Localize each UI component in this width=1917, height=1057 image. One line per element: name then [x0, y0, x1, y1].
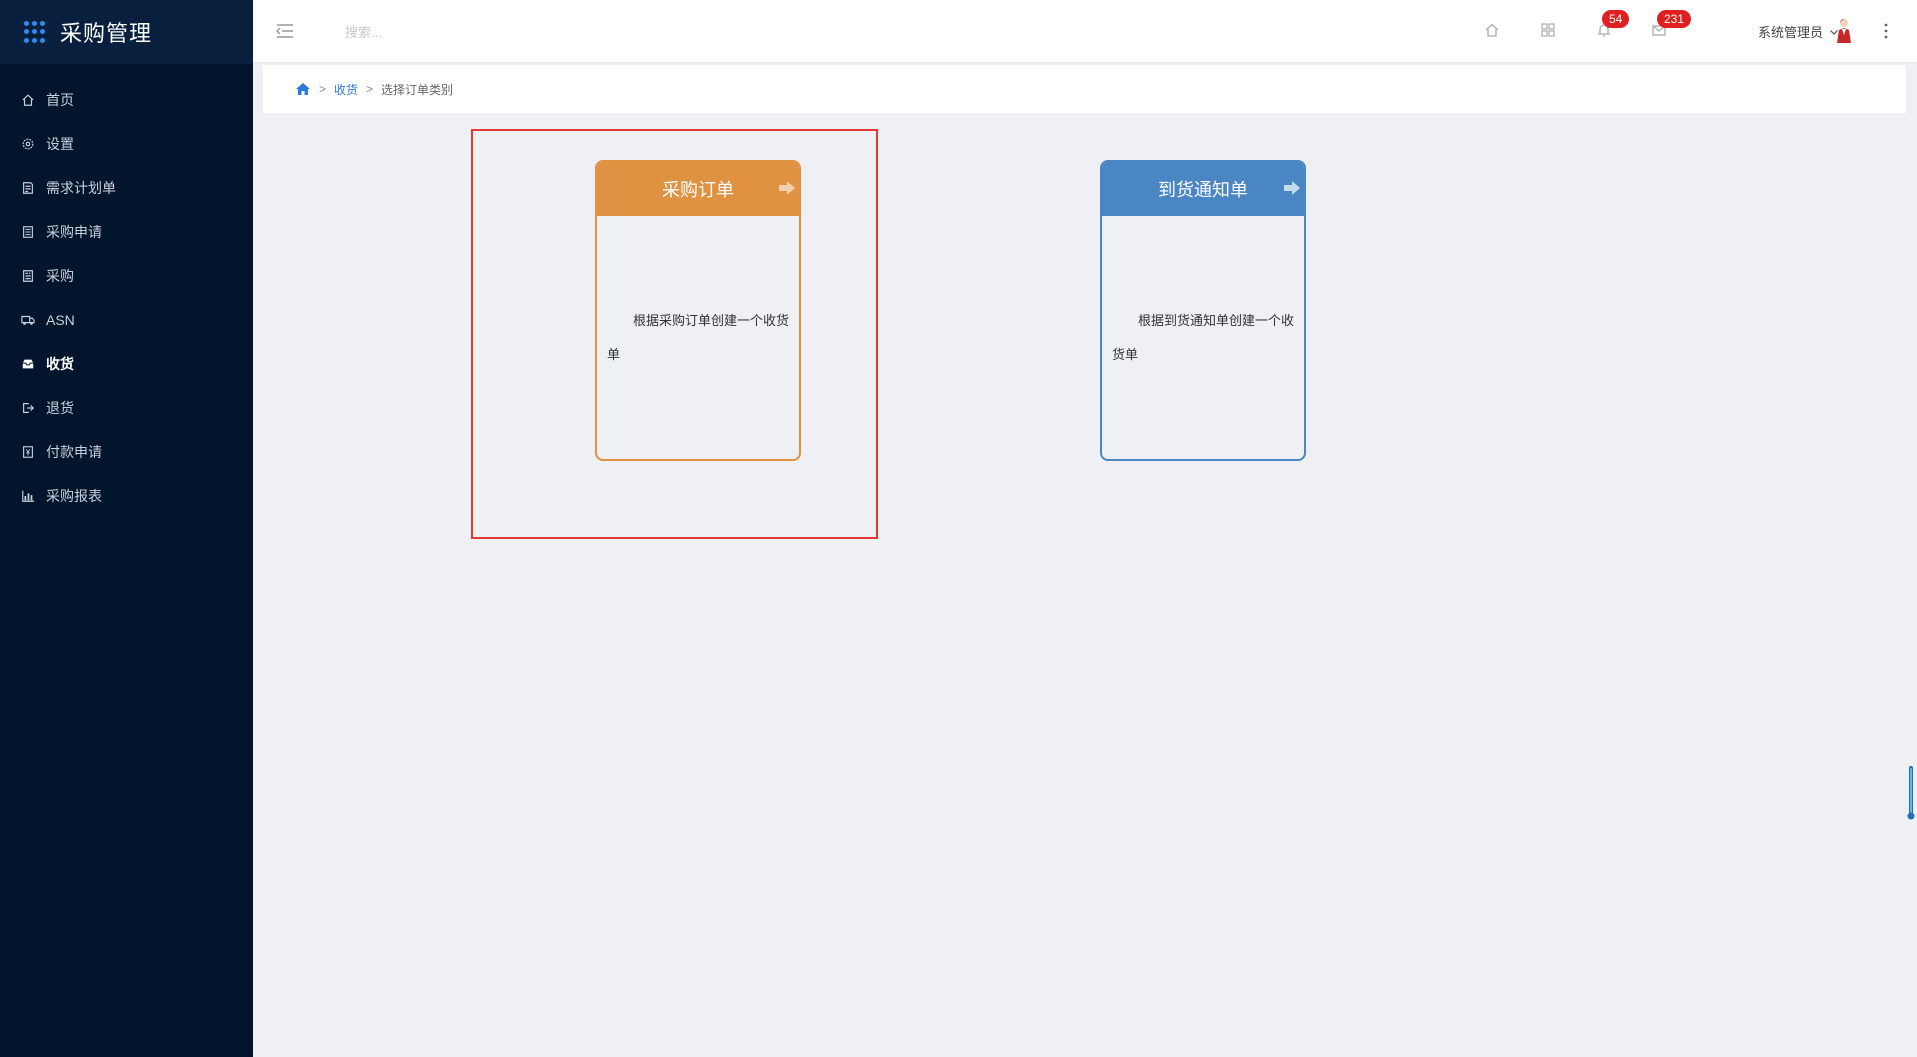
messages-button[interactable]: 231	[1649, 10, 1692, 40]
breadcrumb-link[interactable]: 收货	[334, 81, 358, 98]
notifications-button[interactable]: 54	[1594, 10, 1630, 40]
notifications-badge: 54	[1602, 10, 1630, 28]
bar-chart-icon	[20, 488, 36, 504]
breadcrumb-separator: >	[319, 82, 327, 96]
sidebar-item-home[interactable]: 首页	[0, 78, 253, 122]
sidebar-item-purchase-request[interactable]: 采购申请	[0, 210, 253, 254]
apps-grid-icon	[24, 21, 46, 43]
card-header: 到货通知单	[1102, 162, 1304, 216]
payment-icon	[20, 444, 36, 460]
card-title: 到货通知单	[1158, 180, 1248, 200]
card-header: 采购订单	[597, 162, 799, 216]
sidebar: 采购管理 首页 设置 需求计划单 采购申请 采购 ASN 收货 退货 付款申请 …	[0, 0, 253, 1057]
sidebar-item-receiving[interactable]: 收货	[0, 342, 253, 386]
inbox-icon	[20, 356, 36, 372]
home-icon[interactable]	[295, 82, 311, 96]
card-description: 根据采购订单创建一个收货单	[607, 313, 790, 362]
sidebar-item-label: 首页	[46, 92, 74, 108]
top-header: 54 231 系统管理员	[253, 0, 1917, 63]
arrival-notice-card[interactable]: 到货通知单 根据到货通知单创建一个收货单	[1100, 160, 1306, 461]
arrow-right-icon	[779, 181, 795, 195]
sidebar-item-return[interactable]: 退货	[0, 386, 253, 430]
gear-icon	[20, 136, 36, 152]
search-input[interactable]	[345, 20, 565, 44]
more-vertical-icon[interactable]	[1883, 22, 1889, 40]
sidebar-item-settings[interactable]: 设置	[0, 122, 253, 166]
home-icon	[1485, 23, 1499, 37]
sidebar-item-label: 收货	[46, 356, 74, 372]
card-title: 采购订单	[662, 180, 734, 200]
home-icon	[20, 92, 36, 108]
sidebar-item-label: 设置	[46, 136, 74, 152]
sidebar-item-label: 采购	[46, 268, 74, 284]
arrow-right-icon	[1284, 181, 1300, 195]
messages-badge: 231	[1657, 10, 1692, 28]
breadcrumb-current: 选择订单类别	[381, 82, 454, 97]
sidebar-item-label: 采购报表	[46, 488, 102, 504]
sidebar-item-label: 需求计划单	[46, 180, 116, 196]
sidebar-item-label: 采购申请	[46, 224, 102, 240]
document-icon	[20, 180, 36, 196]
clipboard-icon	[20, 224, 36, 240]
sidebar-item-purchase-report[interactable]: 采购报表	[0, 474, 253, 518]
purchase-order-card[interactable]: 采购订单 根据采购订单创建一个收货单	[595, 160, 801, 461]
app-title: 采购管理	[60, 21, 153, 46]
sidebar-item-label: 退货	[46, 400, 74, 416]
user-menu[interactable]: 系统管理员	[1758, 22, 1839, 41]
breadcrumb-separator: >	[366, 82, 374, 96]
sidebar-item-payment-request[interactable]: 付款申请	[0, 430, 253, 474]
sidebar-item-demand-plan[interactable]: 需求计划单	[0, 166, 253, 210]
apps-button[interactable]	[1538, 20, 1558, 40]
list-icon	[20, 268, 36, 284]
scroll-indicator[interactable]	[1907, 766, 1915, 822]
sidebar-item-asn[interactable]: ASN	[0, 298, 253, 342]
sidebar-item-label: 付款申请	[46, 444, 102, 460]
truck-icon	[20, 312, 36, 328]
sidebar-menu: 首页 设置 需求计划单 采购申请 采购 ASN 收货 退货 付款申请 采购报表	[0, 78, 253, 518]
home-button[interactable]	[1482, 20, 1502, 40]
menu-toggle-icon[interactable]	[275, 22, 295, 40]
avatar[interactable]	[1835, 18, 1853, 44]
card-description: 根据到货通知单创建一个收货单	[1112, 313, 1295, 362]
brand[interactable]: 采购管理	[0, 0, 253, 64]
sidebar-item-purchase[interactable]: 采购	[0, 254, 253, 298]
breadcrumb: > 收货 > 选择订单类别	[263, 65, 1906, 113]
user-name: 系统管理员	[1757, 25, 1823, 40]
exit-icon	[20, 400, 36, 416]
sidebar-item-label: ASN	[46, 312, 75, 328]
grid-icon	[1541, 23, 1555, 37]
